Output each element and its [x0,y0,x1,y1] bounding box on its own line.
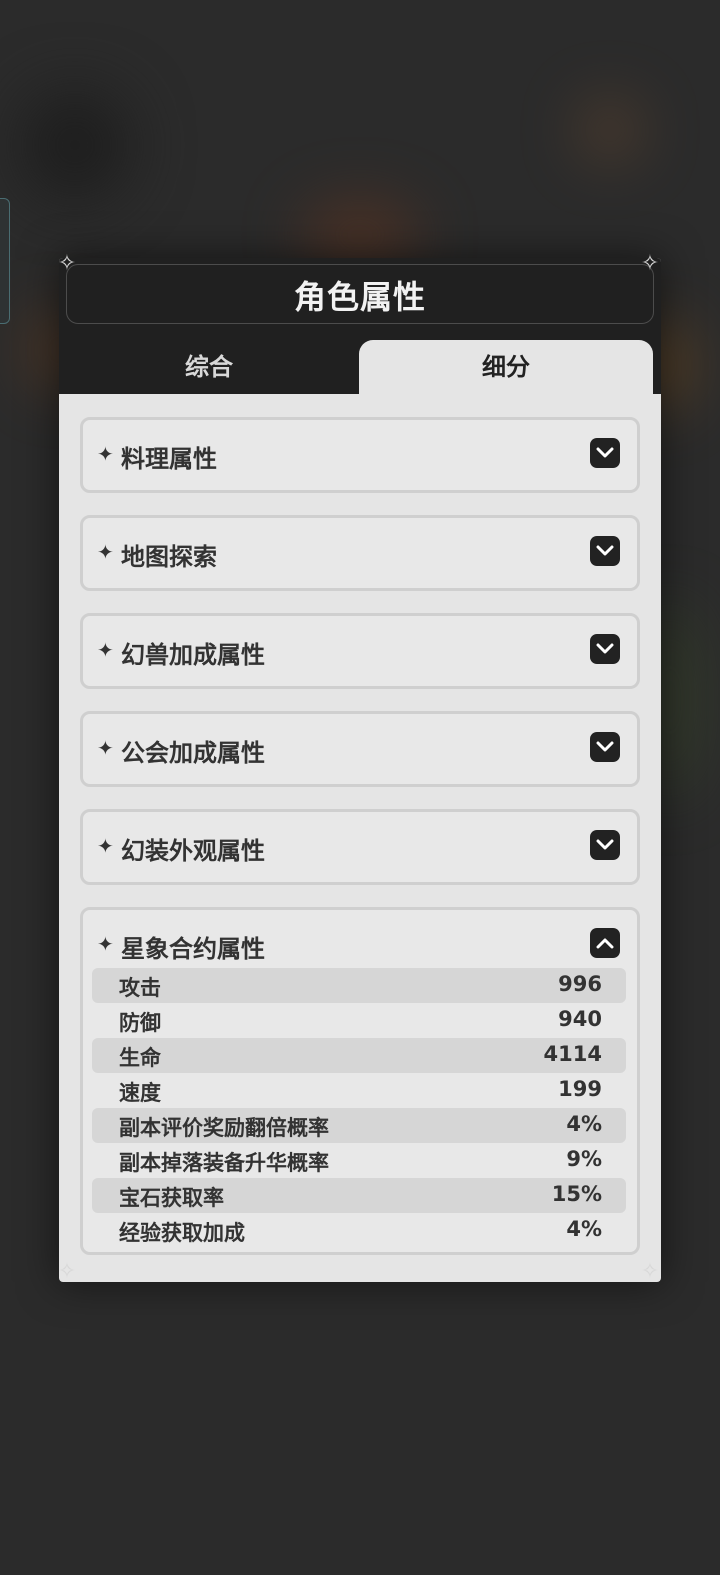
section-title: 地图探索 [121,543,217,571]
stat-name: 副本掉落装备升华概率 [119,1151,329,1175]
stat-row: 经验获取加成 4% [92,1213,626,1248]
sparkle-icon: ✦ [97,638,114,662]
tab-bar: 综合 细分 [59,340,661,394]
stat-value: 15% [551,1182,602,1206]
chevron-down-icon[interactable] [590,732,620,762]
sparkle-icon: ✦ [97,540,114,564]
sparkle-icon: ✦ [97,442,114,466]
stat-value: 940 [558,1007,602,1031]
chevron-down-icon[interactable] [590,536,620,566]
stat-row: 攻击 996 [92,968,626,1003]
section-beast-bonus[interactable]: ✦ 幻兽加成属性 [80,613,640,689]
side-drawer-handle[interactable] [0,198,10,324]
stat-row: 宝石获取率 15% [92,1178,626,1213]
section-costume-appearance[interactable]: ✦ 幻装外观属性 [80,809,640,885]
stat-name: 攻击 [119,976,161,1000]
corner-ornament-icon: ✧ [640,1259,660,1284]
stat-value: 4% [566,1112,602,1136]
stat-value: 199 [558,1077,602,1101]
stat-value: 4114 [543,1042,602,1066]
section-map-exploration[interactable]: ✦ 地图探索 [80,515,640,591]
stat-name: 速度 [119,1081,161,1105]
stat-row: 副本掉落装备升华概率 9% [92,1143,626,1178]
section-title: 料理属性 [121,445,217,473]
stat-value: 996 [558,972,602,996]
corner-ornament-icon: ✧ [640,251,660,276]
tab-detail[interactable]: 细分 [359,340,653,394]
sparkle-icon: ✦ [97,736,114,760]
section-title: 幻装外观属性 [121,837,265,865]
stat-value: 4% [566,1217,602,1241]
stat-name: 防御 [119,1011,161,1035]
sparkle-icon: ✦ [97,932,114,956]
stat-value: 9% [566,1147,602,1171]
chevron-up-icon[interactable] [590,928,620,958]
dialog-title: 角色属性 [293,278,426,316]
stat-row: 生命 4114 [92,1038,626,1073]
sparkle-icon: ✦ [97,834,114,858]
dialog-header: 角色属性 [59,258,661,340]
character-attributes-dialog: 角色属性 综合 细分 ✦ 料理属性 ✦ 地图探索 ✦ 幻兽加成属性 ✦ 公会加成… [59,258,661,1282]
chevron-down-icon[interactable] [590,830,620,860]
chevron-down-icon[interactable] [590,634,620,664]
section-astral-contract: ✦ 星象合约属性 攻击 996 防御 940 生命 4114 速度 199 副本… [80,907,640,1255]
section-title: 幻兽加成属性 [121,641,265,669]
stat-name: 生命 [119,1046,161,1070]
stat-name: 副本评价奖励翻倍概率 [119,1116,329,1140]
chevron-down-icon[interactable] [590,438,620,468]
corner-ornament-icon: ✧ [57,251,77,276]
corner-ornament-icon: ✧ [57,1259,77,1284]
section-guild-bonus[interactable]: ✦ 公会加成属性 [80,711,640,787]
stat-name: 经验获取加成 [119,1221,245,1245]
tab-general[interactable]: 综合 [59,340,359,394]
stat-row: 副本评价奖励翻倍概率 4% [92,1108,626,1143]
section-title: 星象合约属性 [121,935,265,963]
section-cooking-attributes[interactable]: ✦ 料理属性 [80,417,640,493]
stat-name: 宝石获取率 [119,1186,224,1210]
stat-row: 防御 940 [92,1003,626,1038]
stat-row: 速度 199 [92,1073,626,1108]
section-title: 公会加成属性 [121,739,265,767]
